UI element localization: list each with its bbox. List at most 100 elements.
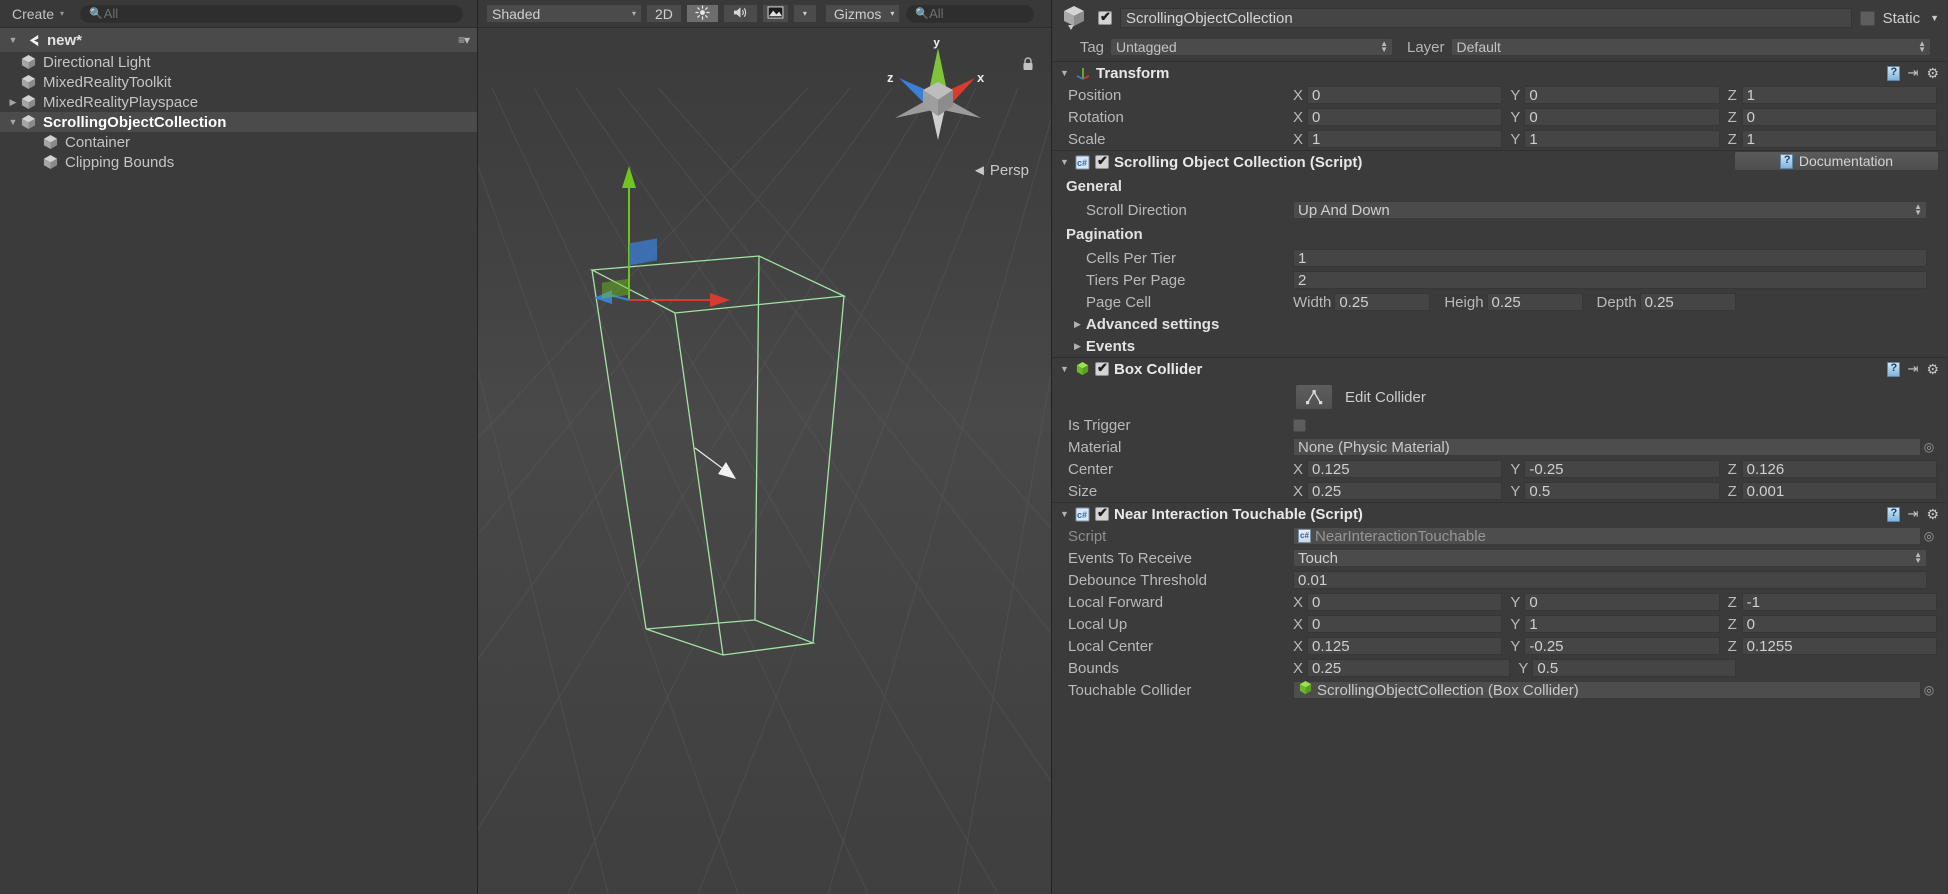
search-icon: 🔍 [915,7,929,20]
dropdown-value[interactable]: Touch▲▼ [1293,549,1927,567]
object-field[interactable]: None (Physic Material) [1293,438,1921,456]
shading-mode-dropdown[interactable]: Shaded ▾ [486,4,642,23]
scene-fx-toggle[interactable] [762,4,789,23]
gear-icon[interactable]: ⚙ [1926,361,1939,378]
toggle-2d-button[interactable]: 2D [646,4,682,23]
input-z[interactable]: 1 [1742,86,1937,104]
hierarchy-search-input[interactable]: 🔍 All [80,5,463,23]
lock-icon[interactable] [1021,56,1035,76]
scene-lighting-toggle[interactable] [686,4,719,23]
foldout-events[interactable]: ▶Events [1052,335,1947,357]
help-icon[interactable] [1887,362,1900,377]
preset-icon[interactable]: ⇥ [1908,65,1919,81]
hierarchy-item-mixedrealityplayspace[interactable]: ▶ MixedRealityPlayspace [0,92,477,112]
component-header[interactable]: ▼ Box Collider⇥⚙ [1052,358,1947,380]
hierarchy-menu-icon[interactable]: ≡▾ [458,33,469,47]
static-checkbox[interactable] [1860,11,1875,26]
input-x[interactable]: 0.25 [1307,659,1510,677]
input-x[interactable]: 0 [1307,593,1502,611]
input-value[interactable]: 1 [1293,249,1927,267]
input-y[interactable]: 1 [1524,130,1719,148]
hierarchy-item-mixedrealitytoolkit[interactable]: ▶ MixedRealityToolkit [0,72,477,92]
preset-icon[interactable]: ⇥ [1908,361,1919,377]
expand-triangle-icon[interactable]: ▶ [6,97,20,108]
static-dropdown-icon[interactable]: ▼ [1930,13,1939,23]
input-z[interactable]: 0 [1742,615,1937,633]
input-y[interactable]: 0 [1524,593,1719,611]
input-y[interactable]: 0 [1524,86,1719,104]
input-z[interactable]: -1 [1742,593,1937,611]
gear-icon[interactable]: ⚙ [1926,65,1939,82]
scene-fx-dropdown[interactable]: ▾ [793,4,817,23]
expand-triangle-icon[interactable]: ▼ [6,117,20,127]
input-x[interactable]: 0.25 [1307,482,1502,500]
input-x[interactable]: 0 [1307,615,1502,633]
gameobject-name-input[interactable]: ScrollingObjectCollection [1120,8,1852,28]
input-z[interactable]: 1 [1742,130,1937,148]
collapse-triangle-icon[interactable]: ▼ [1060,509,1070,519]
input-x[interactable]: 0.125 [1307,460,1502,478]
input-value[interactable]: 2 [1293,271,1927,289]
scene-projection-label[interactable]: ◄ Persp [972,162,1029,179]
input-z[interactable]: 0.1255 [1742,637,1937,655]
layer-dropdown[interactable]: Default ▲▼ [1451,38,1931,56]
tag-dropdown[interactable]: Untagged ▲▼ [1110,38,1393,56]
collapse-triangle-icon[interactable]: ▼ [1060,68,1070,78]
create-button[interactable]: Create ▾ [4,4,70,24]
input-y[interactable]: -0.25 [1524,460,1719,478]
input-k3[interactable]: 0.25 [1640,293,1736,311]
layer-label: Layer [1407,39,1445,56]
help-icon[interactable] [1887,66,1900,81]
input-z[interactable]: 0.126 [1742,460,1937,478]
input-x[interactable]: 0 [1307,108,1502,126]
input-z[interactable]: 0 [1742,108,1937,126]
input-y[interactable]: 1 [1524,615,1719,633]
gizmos-dropdown[interactable]: Gizmos ▾ [825,4,900,23]
expand-triangle-icon[interactable]: ▶ [1074,341,1081,352]
gear-icon[interactable]: ⚙ [1926,506,1939,523]
input-k1[interactable]: 0.25 [1334,293,1430,311]
component-header[interactable]: ▼ Transform⇥⚙ [1052,62,1947,84]
scene-audio-toggle[interactable] [723,4,758,23]
input-y[interactable]: 0 [1524,108,1719,126]
scene-search-input[interactable]: 🔍 All [906,5,1034,23]
input-y[interactable]: 0.5 [1532,659,1735,677]
touchable-collider-field[interactable]: ScrollingObjectCollection (Box Collider) [1293,681,1921,699]
scene-root-row[interactable]: ▼ new* ≡▾ [0,28,477,52]
input-x[interactable]: 1 [1307,130,1502,148]
input-y[interactable]: 0.5 [1524,482,1719,500]
input-z-value: 1 [1747,131,1755,148]
expand-triangle-icon[interactable]: ▶ [1074,319,1081,330]
input-k2[interactable]: 0.25 [1487,293,1583,311]
component-enabled-checkbox[interactable] [1095,362,1109,376]
documentation-button[interactable]: Documentation [1734,151,1939,171]
object-picker-icon[interactable]: ◎ [1921,529,1937,543]
hierarchy-item-clipping-bounds[interactable]: ▶ Clipping Bounds [0,152,477,172]
scene-expand-triangle-icon[interactable]: ▼ [6,35,20,45]
expand-triangle-icon: ▶ [6,57,20,68]
component-enabled-checkbox[interactable] [1095,507,1109,521]
hierarchy-item-container[interactable]: ▶ Container [0,132,477,152]
hierarchy-item-directional-light[interactable]: ▶ Directional Light [0,52,477,72]
collapse-triangle-icon[interactable]: ▼ [1060,364,1070,374]
input-z[interactable]: 0.001 [1742,482,1937,500]
scene-axis-gizmo[interactable]: y x z [883,40,993,150]
input-x[interactable]: 0.125 [1307,637,1502,655]
input-value[interactable]: 0.01 [1293,571,1927,589]
hierarchy-item-scrollingobjectcollection[interactable]: ▼ ScrollingObjectCollection [0,112,477,132]
foldout-advanced-settings[interactable]: ▶Advanced settings [1052,313,1947,335]
is-trigger-checkbox[interactable] [1293,419,1306,432]
edit-collider-button[interactable] [1295,384,1333,410]
dropdown-value[interactable]: Up And Down▲▼ [1293,201,1927,219]
help-icon[interactable] [1887,507,1900,522]
scene-viewport[interactable]: y x z ◄ Persp [478,28,1051,894]
object-picker-icon[interactable]: ◎ [1921,683,1937,697]
object-picker-icon[interactable]: ◎ [1921,440,1937,454]
component-transform: ▼ Transform⇥⚙PositionX0Y0Z1RotationX0Y0Z… [1052,61,1947,150]
preset-icon[interactable]: ⇥ [1908,506,1919,522]
gameobject-enabled-checkbox[interactable] [1098,11,1112,25]
expand-triangle-icon: ▶ [28,157,42,168]
input-x[interactable]: 0 [1307,86,1502,104]
input-y[interactable]: -0.25 [1524,637,1719,655]
component-header[interactable]: ▼ c#Near Interaction Touchable (Script)⇥… [1052,503,1947,525]
